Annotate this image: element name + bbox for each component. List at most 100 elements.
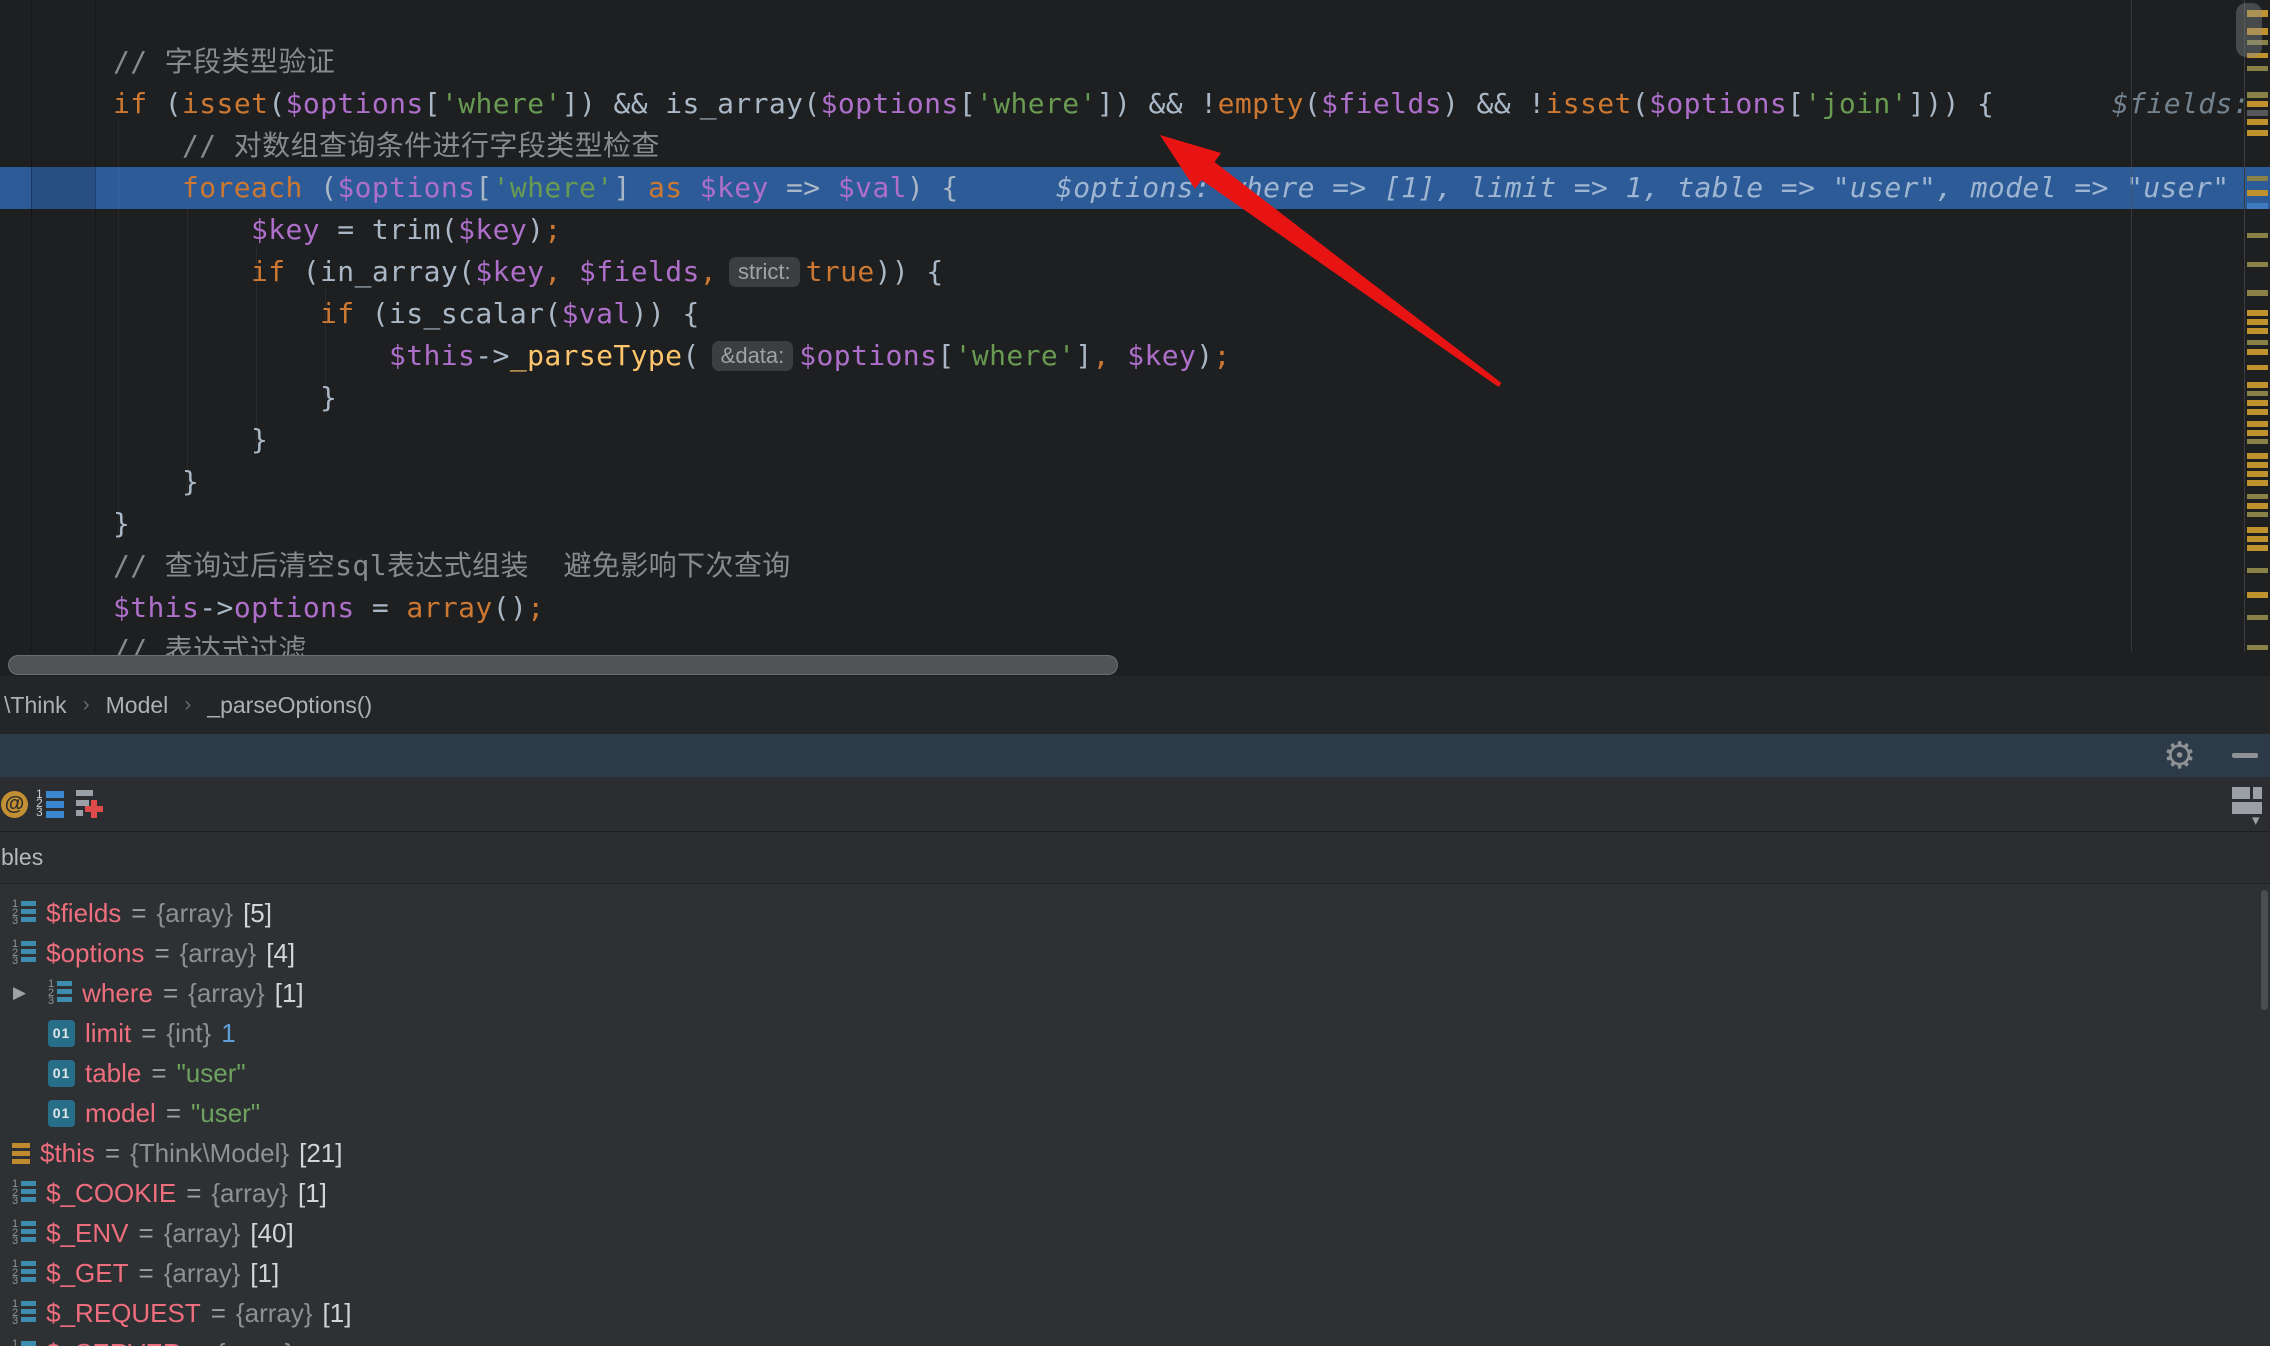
execution-line[interactable]: foreach ($options['where'] as $key => $v… bbox=[0, 167, 2270, 209]
code-line[interactable]: if (isset($options['where']) && is_array… bbox=[0, 83, 2270, 125]
code-token: options bbox=[234, 591, 355, 624]
stripe-mark[interactable] bbox=[2247, 290, 2268, 296]
error-stripe[interactable] bbox=[2245, 0, 2270, 652]
variable-row[interactable]: 123$_ENV={array}[40] bbox=[0, 1213, 2270, 1253]
code-token: $key bbox=[251, 213, 320, 246]
stripe-mark[interactable] bbox=[2247, 119, 2268, 125]
minimize-icon[interactable] bbox=[2232, 753, 2258, 758]
code-line[interactable]: $this->options = array(); bbox=[0, 587, 2270, 629]
stripe-mark[interactable] bbox=[2247, 615, 2268, 620]
variable-row[interactable]: 123$options={array}[4] bbox=[0, 933, 2270, 973]
code-line[interactable]: } bbox=[0, 503, 2270, 545]
vertical-scrollbar-thumb[interactable] bbox=[2236, 3, 2262, 57]
code-token: ( bbox=[268, 87, 285, 120]
stripe-mark[interactable] bbox=[2247, 536, 2268, 542]
variables-tab-label[interactable]: bles bbox=[0, 844, 43, 871]
code-text: if (is_scalar($val)) { bbox=[0, 293, 2270, 335]
stripe-mark[interactable] bbox=[2247, 592, 2268, 598]
stripe-mark[interactable] bbox=[2247, 409, 2268, 415]
stripe-mark[interactable] bbox=[2247, 382, 2268, 388]
stripe-mark[interactable] bbox=[2247, 233, 2268, 238]
expand-triangle-icon[interactable]: ▶ bbox=[13, 983, 26, 1003]
stripe-mark[interactable] bbox=[2247, 340, 2268, 345]
stripe-mark[interactable] bbox=[2247, 439, 2268, 444]
variable-row[interactable]: ▶123where={array}[1] bbox=[0, 973, 2270, 1013]
stripe-mark[interactable] bbox=[2247, 190, 2268, 196]
stripe-mark[interactable] bbox=[2247, 262, 2268, 267]
panel-scrollbar-thumb[interactable] bbox=[2261, 890, 2268, 1010]
code-line[interactable]: $this->_parseType(&data:$options['where'… bbox=[0, 335, 2270, 377]
equals-sign: = bbox=[192, 1338, 207, 1346]
stripe-mark[interactable] bbox=[2247, 66, 2268, 71]
horizontal-scrollbar-thumb[interactable] bbox=[8, 655, 1118, 675]
stripe-mark[interactable] bbox=[2247, 365, 2268, 370]
code-line[interactable]: if (in_array($key, $fields,strict:true))… bbox=[0, 251, 2270, 293]
gear-icon[interactable]: ⚙ bbox=[2163, 735, 2196, 776]
breadcrumb-method[interactable]: _parseOptions() bbox=[207, 692, 372, 719]
code-line[interactable]: // 查询过后清空sql表达式组装 避免影响下次查询 bbox=[0, 545, 2270, 587]
code-token: = bbox=[355, 591, 407, 624]
variable-row[interactable]: 123$_REQUEST={array}[1] bbox=[0, 1293, 2270, 1333]
stripe-mark[interactable] bbox=[2247, 645, 2268, 650]
debugger-toolbar: @ 123 ▾ bbox=[0, 777, 2270, 832]
code-token: // 字段类型验证 bbox=[113, 45, 335, 78]
stripe-mark[interactable] bbox=[2247, 453, 2268, 459]
stripe-mark[interactable] bbox=[2247, 527, 2268, 533]
variable-row[interactable]: 123$_SERVER={array} bbox=[0, 1333, 2270, 1346]
code-editor[interactable]: // 字段类型验证 if (isset($options['where']) &&… bbox=[0, 0, 2270, 655]
stripe-mark[interactable] bbox=[2247, 400, 2268, 406]
stripe-mark[interactable] bbox=[2247, 310, 2268, 316]
variable-name: $_REQUEST bbox=[46, 1298, 201, 1329]
sort-variables-icon[interactable]: 123 bbox=[36, 790, 64, 818]
stripe-mark[interactable] bbox=[2247, 110, 2268, 116]
code-token: -> bbox=[199, 591, 234, 624]
variables-panel[interactable]: 123$fields={array}[5]123$options={array}… bbox=[0, 884, 2270, 1346]
variable-row[interactable]: 123$_GET={array}[1] bbox=[0, 1253, 2270, 1293]
code-line[interactable]: if (is_scalar($val)) { bbox=[0, 293, 2270, 335]
stripe-mark[interactable] bbox=[2247, 328, 2268, 334]
breadcrumb-namespace[interactable]: \Think bbox=[4, 692, 67, 719]
stripe-mark[interactable] bbox=[2247, 176, 2268, 181]
stripe-mark[interactable] bbox=[2247, 512, 2268, 517]
stripe-mark[interactable] bbox=[2247, 430, 2268, 436]
stripe-mark[interactable] bbox=[2247, 349, 2268, 355]
stripe-mark[interactable] bbox=[2247, 471, 2268, 477]
code-text: // 对数组查询条件进行字段类型检查 bbox=[0, 125, 2270, 167]
variable-row[interactable]: 01table="user" bbox=[0, 1053, 2270, 1093]
add-watch-icon[interactable] bbox=[76, 790, 102, 818]
code-line[interactable]: // 表达式过滤 bbox=[0, 629, 2270, 655]
stripe-mark[interactable] bbox=[2247, 421, 2268, 427]
variable-row[interactable]: 123$_COOKIE={array}[1] bbox=[0, 1173, 2270, 1213]
equals-sign: = bbox=[139, 1258, 154, 1289]
evaluate-expression-icon[interactable]: @ bbox=[1, 791, 28, 818]
stripe-mark[interactable] bbox=[2247, 101, 2268, 107]
code-line[interactable]: } bbox=[0, 461, 2270, 503]
right-margin-guide bbox=[2131, 0, 2132, 652]
stripe-mark[interactable] bbox=[2247, 503, 2268, 509]
stripe-mark[interactable] bbox=[2247, 92, 2268, 98]
stripe-mark[interactable] bbox=[2247, 130, 2268, 136]
code-token: // 查询过后清空sql表达式组装 避免影响下次查询 bbox=[113, 549, 791, 582]
stripe-mark[interactable] bbox=[2247, 545, 2268, 551]
breadcrumb-class[interactable]: Model bbox=[106, 692, 169, 719]
debugger-inline-hint: $options: where => [1], limit => 1, tabl… bbox=[1056, 167, 2230, 209]
variable-row[interactable]: 123$fields={array}[5] bbox=[0, 893, 2270, 933]
variable-row[interactable]: 01limit={int}1 bbox=[0, 1013, 2270, 1053]
code-line[interactable]: $key = trim($key); bbox=[0, 209, 2270, 251]
variables-tab-row[interactable]: bles bbox=[0, 832, 2270, 884]
stripe-mark[interactable] bbox=[2247, 203, 2268, 209]
code-token: if bbox=[251, 255, 303, 288]
stripe-mark[interactable] bbox=[2247, 319, 2268, 325]
stripe-mark[interactable] bbox=[2247, 568, 2268, 573]
layout-settings-icon[interactable]: ▾ bbox=[2232, 787, 2262, 817]
code-line[interactable]: // 对数组查询条件进行字段类型检查 bbox=[0, 125, 2270, 167]
code-line[interactable]: } bbox=[0, 377, 2270, 419]
stripe-mark[interactable] bbox=[2247, 480, 2268, 486]
code-line[interactable]: } bbox=[0, 419, 2270, 461]
stripe-mark[interactable] bbox=[2247, 494, 2268, 499]
stripe-mark[interactable] bbox=[2247, 462, 2268, 468]
stripe-mark[interactable] bbox=[2247, 391, 2268, 396]
variable-row[interactable]: $this={Think\Model}[21] bbox=[0, 1133, 2270, 1173]
variable-row[interactable]: 01model="user" bbox=[0, 1093, 2270, 1133]
code-line[interactable]: // 字段类型验证 bbox=[0, 41, 2270, 83]
